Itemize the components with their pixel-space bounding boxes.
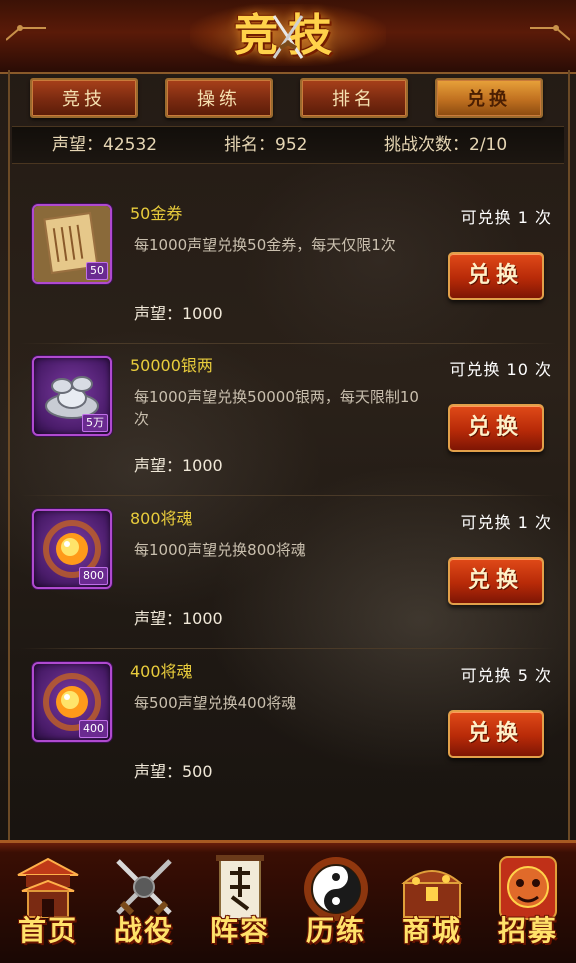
divider bbox=[20, 648, 556, 649]
divider bbox=[20, 495, 556, 496]
exchange-limit: 可兑换 10 次 bbox=[449, 360, 552, 379]
item-description: 每1000声望兑换800将魂 bbox=[134, 541, 306, 559]
item-cost: 声望：1000 bbox=[134, 609, 223, 628]
header-bar: 竞技 bbox=[0, 0, 576, 74]
tab-ranking[interactable]: 排名 bbox=[300, 78, 408, 118]
item-cost: 声望：1000 bbox=[134, 304, 223, 323]
challenge-count-stat: 挑战次数：2/10 bbox=[384, 135, 508, 155]
nav-battle[interactable]: 战役 bbox=[96, 847, 192, 959]
corner-ornament-right-icon bbox=[530, 25, 570, 41]
nav-label: 招募 bbox=[497, 914, 558, 947]
quantity-badge: 5万 bbox=[82, 414, 108, 432]
item-name: 800将魂 bbox=[130, 509, 193, 528]
item-icon-frame[interactable]: 50 bbox=[32, 204, 112, 284]
item-icon-frame[interactable]: 5万 bbox=[32, 356, 112, 436]
nav-label: 历练 bbox=[305, 914, 366, 947]
item-cost: 声望：1000 bbox=[134, 456, 223, 475]
rank-stat: 排名：952 bbox=[224, 135, 308, 155]
exchange-limit: 可兑换 5 次 bbox=[460, 666, 552, 685]
item-name: 400将魂 bbox=[130, 662, 193, 681]
nav-shop[interactable]: 商城 bbox=[384, 847, 480, 959]
quantity-badge: 50 bbox=[86, 262, 108, 280]
exchange-button[interactable]: 兑换 bbox=[448, 557, 544, 605]
exchange-limit: 可兑换 1 次 bbox=[460, 208, 552, 227]
divider bbox=[20, 343, 556, 344]
nav-training[interactable]: 历练 bbox=[288, 847, 384, 959]
nav-home[interactable]: 首页 bbox=[0, 847, 96, 959]
quantity-badge: 800 bbox=[79, 567, 108, 585]
tab-exchange[interactable]: 兑换 bbox=[435, 78, 543, 118]
item-icon-frame[interactable]: 800 bbox=[32, 509, 112, 589]
bottom-nav: 首页 战役 阵容 历练 商城 招募 bbox=[0, 840, 576, 963]
nav-label: 首页 bbox=[17, 914, 78, 947]
exchange-button[interactable]: 兑换 bbox=[448, 404, 544, 452]
nav-recruit[interactable]: 招募 bbox=[480, 847, 576, 959]
prestige-stat: 声望：42532 bbox=[52, 135, 158, 155]
crossed-swords-icon bbox=[272, 15, 304, 59]
tab-arena[interactable]: 竞技 bbox=[30, 78, 138, 118]
item-cost: 声望：500 bbox=[134, 762, 213, 781]
item-description: 每500声望兑换400将魂 bbox=[134, 694, 297, 712]
corner-ornament-left-icon bbox=[6, 25, 46, 41]
list-item: 50 50金券 每1000声望兑换50金券，每天仅限1次 声望：1000 可兑换… bbox=[20, 194, 556, 344]
quantity-badge: 400 bbox=[79, 720, 108, 738]
exchange-button[interactable]: 兑换 bbox=[448, 252, 544, 300]
nav-label: 商城 bbox=[401, 914, 462, 947]
nav-label: 战役 bbox=[113, 914, 174, 947]
nav-label: 阵容 bbox=[209, 914, 270, 947]
item-icon-frame[interactable]: 400 bbox=[32, 662, 112, 742]
item-description: 每1000声望兑换50000银两，每天限制10次 bbox=[134, 388, 419, 428]
item-description: 每1000声望兑换50金券，每天仅限1次 bbox=[134, 236, 396, 254]
item-name: 50金券 bbox=[130, 204, 183, 223]
list-item: 800 800将魂 每1000声望兑换800将魂 声望：1000 可兑换 1 次… bbox=[20, 499, 556, 649]
item-name: 50000银两 bbox=[130, 356, 213, 375]
exchange-limit: 可兑换 1 次 bbox=[460, 513, 552, 532]
tab-training[interactable]: 操练 bbox=[165, 78, 273, 118]
list-item: 5万 50000银两 每1000声望兑换50000银两，每天限制10次 声望：1… bbox=[20, 346, 556, 496]
list-item: 400 400将魂 每500声望兑换400将魂 声望：500 可兑换 5 次 兑… bbox=[20, 652, 556, 802]
nav-lineup[interactable]: 阵容 bbox=[192, 847, 288, 959]
stats-bar: 声望：42532 排名：952 挑战次数：2/10 bbox=[12, 126, 564, 164]
exchange-button[interactable]: 兑换 bbox=[448, 710, 544, 758]
